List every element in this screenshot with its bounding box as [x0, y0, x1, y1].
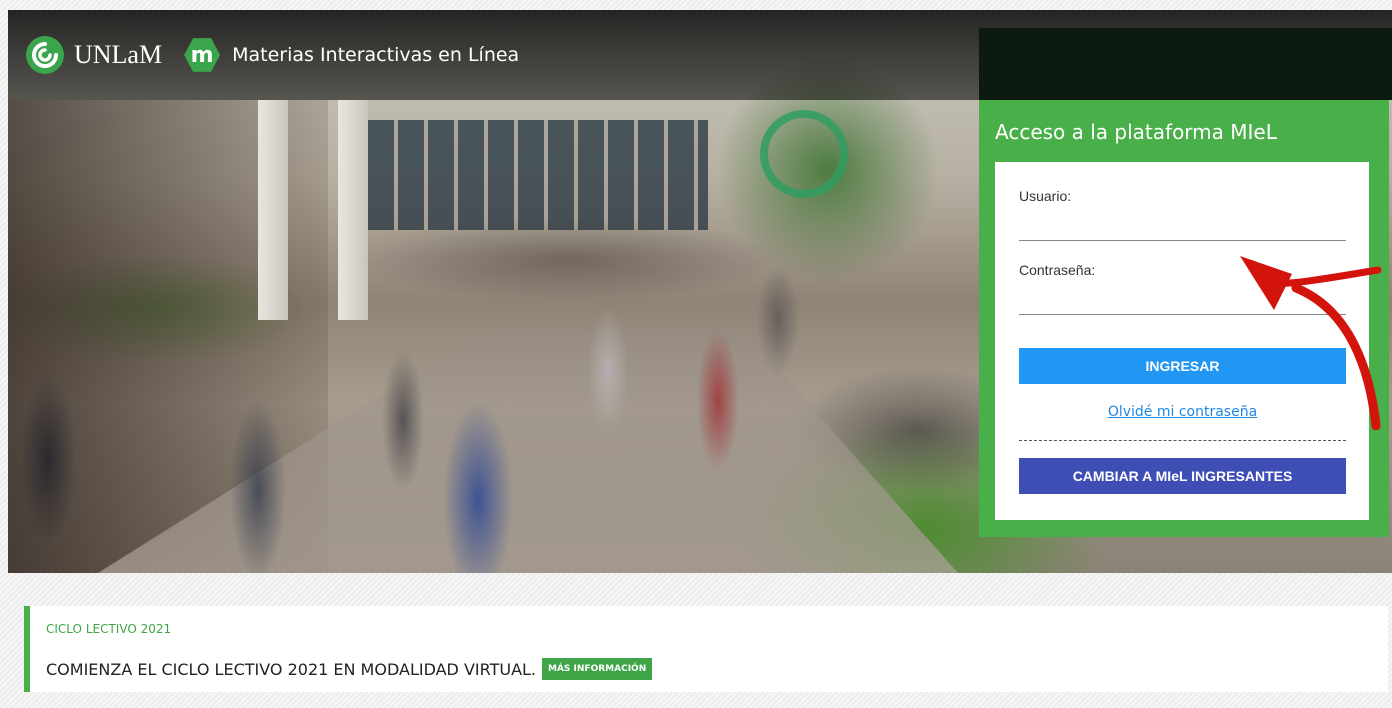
red-arrow-annotation	[1240, 256, 1382, 430]
news-tag: CICLO LECTIVO 2021	[46, 622, 172, 636]
password-label: Contraseña:	[1019, 262, 1096, 278]
login-title: Acceso a la plataforma MIeL	[995, 120, 1277, 144]
platform-name: Materias Interactivas en Línea	[232, 44, 520, 66]
username-input[interactable]	[1019, 212, 1346, 241]
brand-name: UNLaM	[74, 40, 163, 69]
campus-logo-sign	[760, 110, 848, 198]
miel-logo-icon: m	[184, 38, 221, 72]
news-title: COMIENZA EL CICLO LECTIVO 2021 EN MODALI…	[46, 659, 537, 679]
more-info-button[interactable]: MÁS INFORMACIÓN	[542, 658, 653, 680]
news-banner: CICLO LECTIVO 2021 COMIENZA EL CICLO LEC…	[24, 606, 1388, 692]
brand[interactable]: UNLaM m Materias Interactivas en Línea	[26, 36, 519, 74]
unlam-logo-icon	[26, 36, 64, 74]
login-panel-header-strip	[979, 28, 1392, 100]
username-label: Usuario:	[1019, 188, 1072, 204]
switch-platform-button[interactable]: CAMBIAR A MIeL INGRESANTES	[1019, 458, 1346, 494]
form-divider	[1019, 440, 1346, 441]
news-headline: COMIENZA EL CICLO LECTIVO 2021 EN MODALI…	[46, 658, 653, 680]
hero-students-crowd	[8, 200, 988, 573]
